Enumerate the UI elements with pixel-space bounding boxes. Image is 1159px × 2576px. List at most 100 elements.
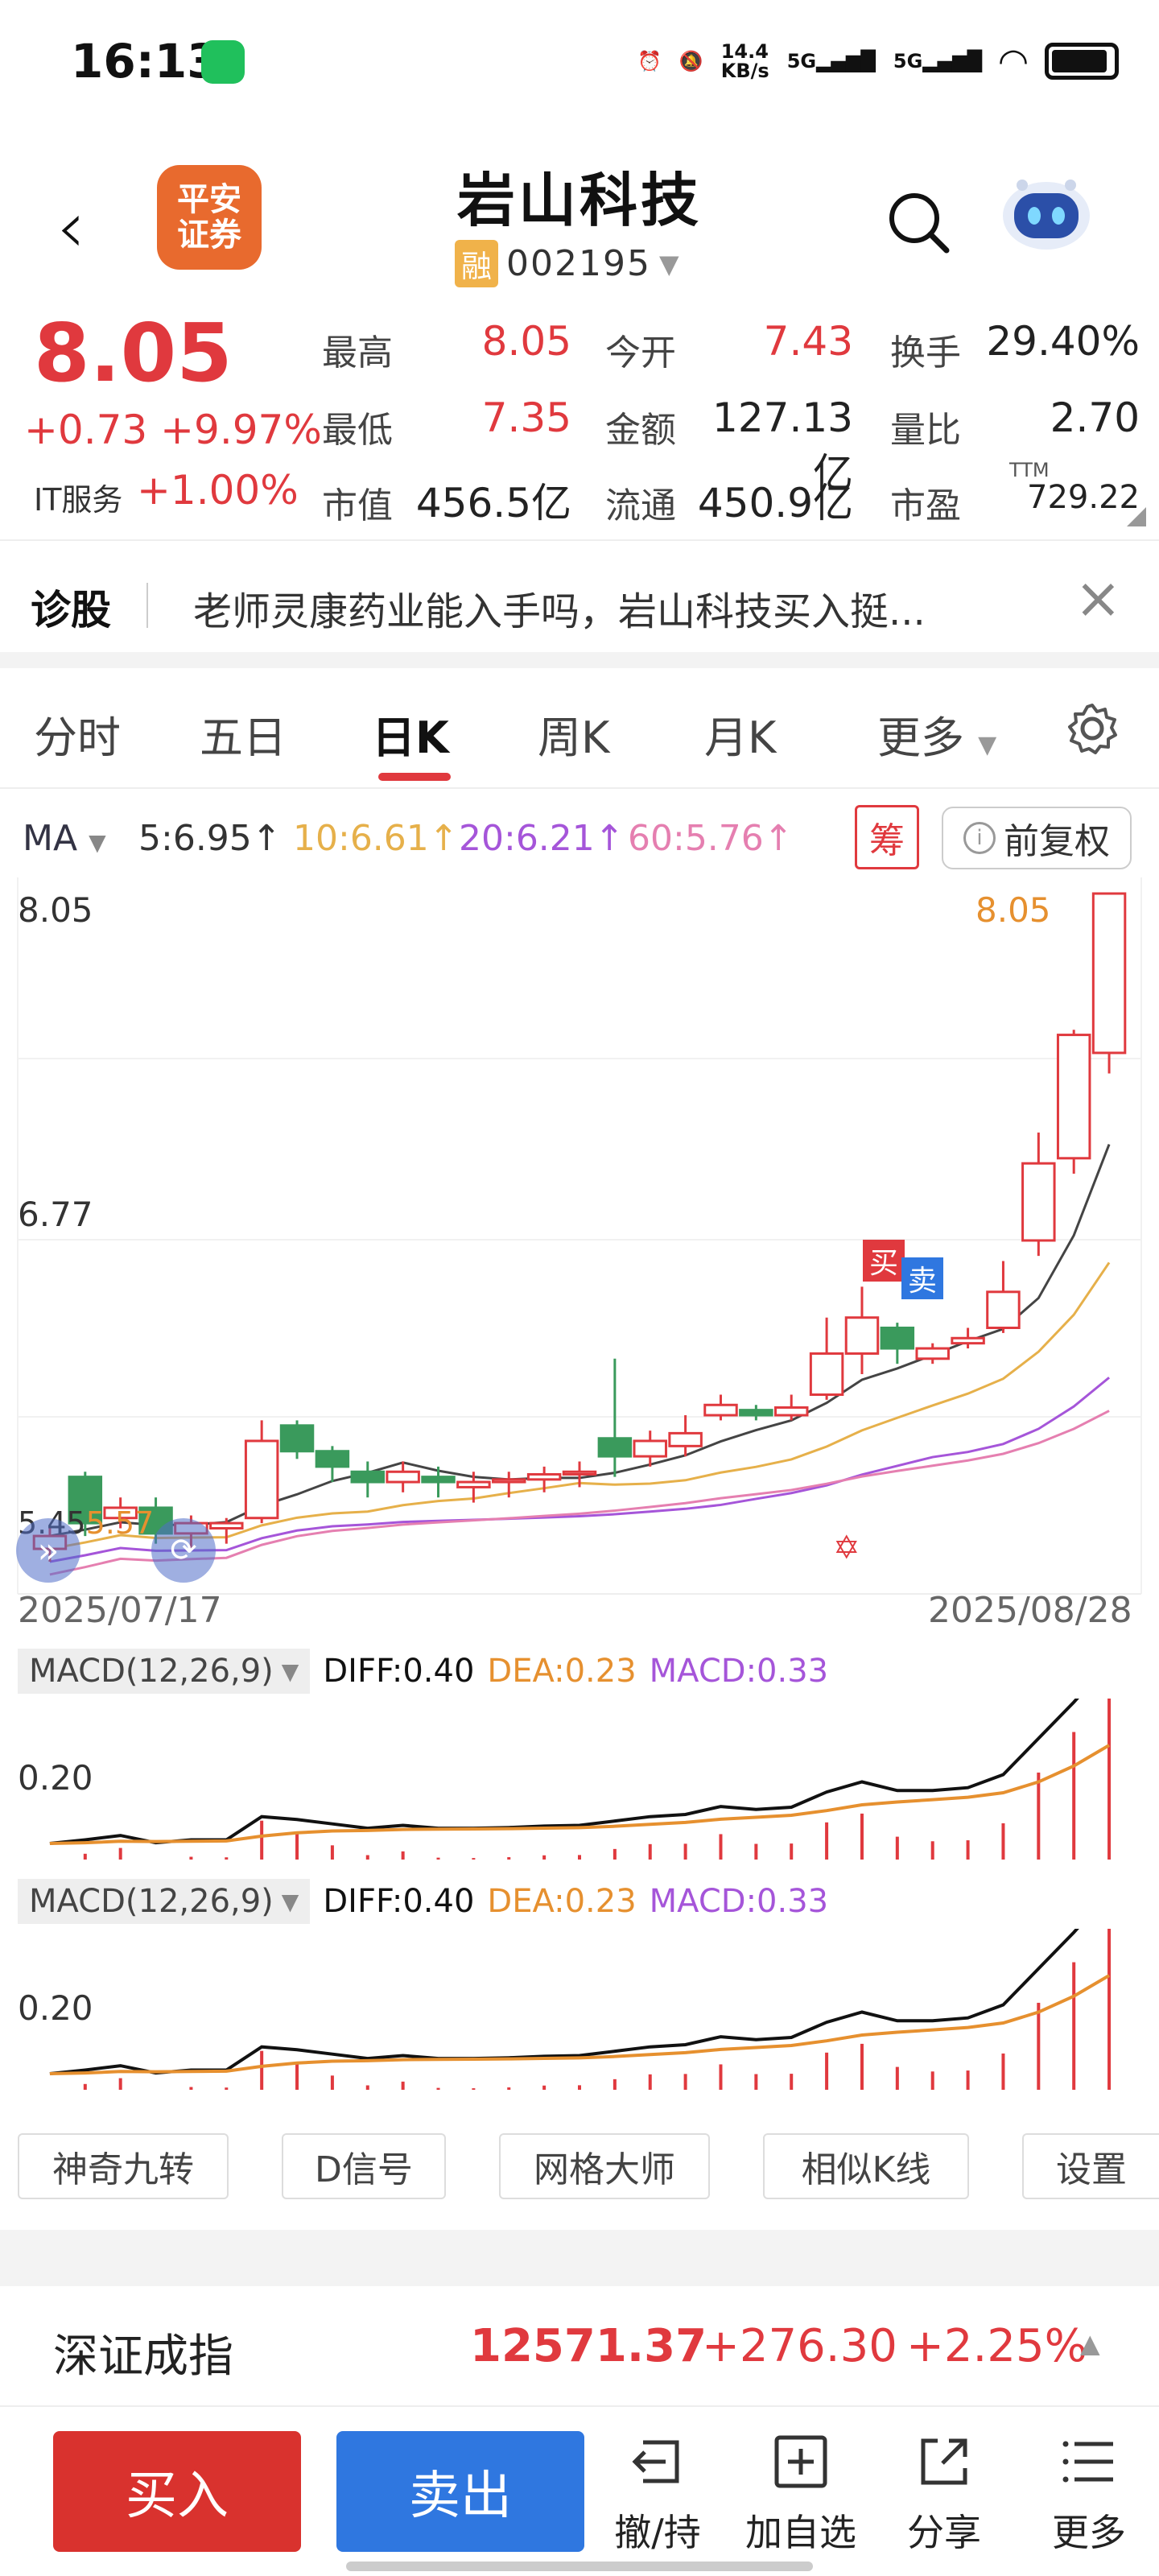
candle [597,1358,633,1477]
candle [986,1261,1021,1333]
more-button[interactable]: 更多 [1029,2431,1149,2568]
macd-bar [507,2087,511,2090]
macd-bar [189,2087,193,2090]
macd-chart-1 [49,1699,1112,1860]
macd-selector-1[interactable]: MACD(12,26,9) ▼ [18,1649,311,1694]
date-start-label: 2025/07/17 [18,1590,222,1631]
macd-header-1: MACD(12,26,9) ▼ DIFF:0.40 DEA:0.23 MACD:0… [18,1647,828,1695]
search-icon[interactable] [885,189,953,257]
candle [880,1323,915,1364]
candle-body [986,1290,1021,1329]
float-value: 450.9亿 [697,480,853,526]
open-label: 今开 [605,332,676,374]
alarm-icon: ⏰ [637,50,662,72]
candle-body [279,1424,315,1453]
chevron-down-icon: ▼ [658,248,679,279]
tool-nine-turn[interactable]: 神奇九转 [18,2133,229,2199]
macd-bar [260,1820,264,1860]
macd-bar [1001,1823,1005,1860]
sell-button[interactable]: 卖出 [336,2431,584,2552]
sector-name[interactable]: IT服务 [34,475,122,519]
tool-settings[interactable]: 设置 [1022,2133,1159,2199]
y-axis-top-label: 8.05 [18,890,93,930]
macd-bar [542,2085,547,2090]
add-watchlist-button[interactable]: 加自选 [740,2431,861,2568]
macd-bar [436,2087,440,2090]
buy-button[interactable]: 买入 [53,2431,301,2552]
price-change: +0.73 +9.97% [24,407,322,453]
macd-bar [719,1834,723,1860]
diagnosis-text[interactable]: 老师灵康药业能入手吗，岩山科技买入挺... [193,580,926,636]
candle [1021,1132,1056,1257]
macd-bar [683,2074,687,2090]
tool-d-signal[interactable]: D信号 [282,2133,446,2199]
ma60-value: 60:5.76↑ [628,818,794,859]
candle [350,1461,386,1498]
index-ticker[interactable]: 深证成指 12571.37 +276.30 +2.25% ▲ [0,2286,1159,2407]
macd-bar [1107,1699,1112,1860]
candle-body [915,1347,950,1360]
robot-assistant-icon[interactable] [998,169,1095,258]
candle-body [315,1450,350,1468]
buy-signal-tag[interactable]: 买 [863,1240,905,1282]
macd-selector-2[interactable]: MACD(12,26,9) ▼ [18,1879,311,1924]
macd-bar [472,2088,476,2090]
macd-bar [295,2063,299,2090]
tool-similar-k[interactable]: 相似K线 [763,2133,969,2199]
share-button[interactable]: 分享 [884,2431,1004,2568]
sell-signal-tag[interactable]: 卖 [901,1257,943,1299]
candle [315,1446,350,1483]
amount-label: 金额 [605,410,676,451]
signal-icon: 5G▂▄▆█ [786,50,876,72]
candle [526,1466,562,1492]
stock-name: 岩山科技 [456,167,702,234]
macd-bar [401,1851,405,1860]
macd-bar [754,2074,758,2090]
quote-panel: 8.05 +0.73 +9.97% IT服务 +1.00% 最高 8.05 最低… [0,306,1159,539]
turnover-label: 换手 [890,332,961,374]
diagnosis-bar[interactable]: 诊股 老师灵康药业能入手吗，岩山科技买入挺... × [0,555,1159,652]
tab-monthly-k[interactable]: 月K [704,702,776,766]
macd-value-1: MACD:0.33 [649,1653,829,1690]
mktcap-label: 市值 [322,485,393,526]
tool-grid-master[interactable]: 网格大师 [499,2133,710,2199]
low-value: 7.35 [481,394,571,441]
macd-bar [648,1843,652,1860]
expand-left-icon[interactable]: » [16,1518,80,1583]
sector-change: +1.00% [137,467,299,514]
refresh-icon[interactable]: ⟳ [151,1518,216,1583]
macd-bar [330,2075,334,2090]
tab-weekly-k[interactable]: 周K [538,702,609,766]
share-icon [921,2438,967,2485]
candle-body [562,1470,597,1476]
candle-body [844,1316,880,1355]
macd-bar [118,1847,122,1860]
macd-bar [790,2074,794,2090]
chevron-up-icon[interactable]: ▲ [1080,2328,1100,2359]
mktcap-value: 456.5亿 [415,480,571,526]
macd-bar [1001,2053,1005,2090]
kline-chart[interactable] [0,877,1159,1602]
tab-five-day[interactable]: 五日 [200,702,287,766]
macd-bar [83,2083,87,2090]
tab-intraday[interactable]: 分时 [34,702,121,766]
star-marker-icon[interactable]: ✡ [833,1530,860,1567]
candle-body [209,1521,244,1530]
stock-code-row[interactable]: 融 002195 ▼ [455,240,679,287]
diagnosis-separator [146,583,148,628]
candle-body [703,1403,738,1417]
signal-icon-2: 5G▂▄▆█ [893,50,983,72]
tab-more[interactable]: 更多 ▼ [877,702,996,766]
tab-daily-k[interactable]: 日K [372,702,449,766]
withdraw-hold-button[interactable]: 撤/持 [597,2431,718,2568]
price-adjust-button[interactable]: i 前复权 [942,807,1132,869]
macd-bar [648,2074,652,2090]
pe-ttm-sup: TTM [1009,459,1050,481]
battery-icon [1045,43,1119,80]
close-icon[interactable]: × [1074,565,1122,631]
settings-gear-icon[interactable] [1064,700,1120,757]
chip-distribution-button[interactable]: 筹 [855,805,919,869]
candle-body [951,1336,985,1345]
expand-corner-icon[interactable] [1127,507,1146,526]
ma-selector[interactable]: MA ▼ [23,818,106,859]
